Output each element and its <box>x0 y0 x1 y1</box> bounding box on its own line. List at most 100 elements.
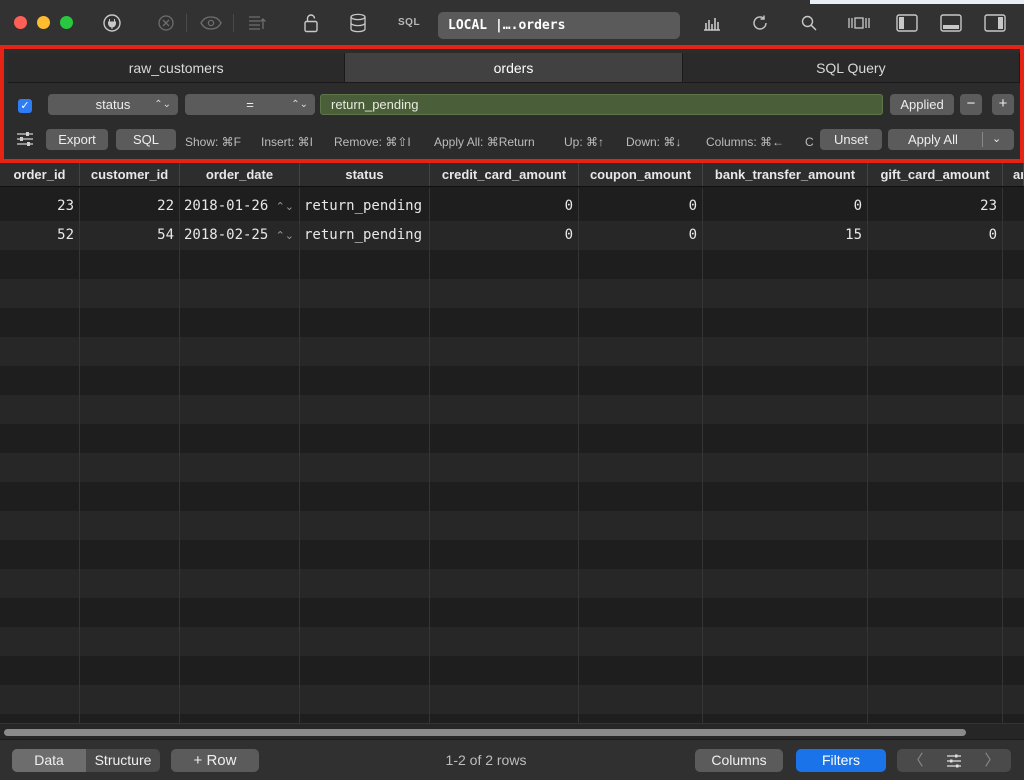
cell-credit-card-amount[interactable]: 0 <box>430 221 579 250</box>
horizontal-scrollbar[interactable] <box>0 723 1024 739</box>
column-divider <box>578 188 579 723</box>
connection-address-field[interactable]: LOCAL |….orders <box>438 12 680 39</box>
cell-customer-id[interactable]: 54 <box>80 221 180 250</box>
column-header[interactable]: coupon_amount <box>579 163 703 186</box>
column-divider <box>702 188 703 723</box>
column-divider <box>1002 188 1003 723</box>
layout-switch-icon[interactable] <box>846 12 872 34</box>
cell-order-date-value: 2018-02-25 <box>184 227 269 243</box>
previous-page-icon[interactable]: 〈 <box>897 749 935 772</box>
cell-order-id[interactable]: 52 <box>0 221 80 250</box>
chevron-down-icon[interactable]: ⌄ <box>992 129 1001 150</box>
cell-bank-transfer-amount[interactable]: 15 <box>703 221 868 250</box>
unset-button[interactable]: Unset <box>820 129 882 150</box>
add-row-button[interactable]: + Row <box>171 749 259 772</box>
column-divider <box>299 188 300 723</box>
toggle-right-panel-icon[interactable] <box>982 12 1008 34</box>
row-stripe <box>0 250 1024 279</box>
tab-raw-customers[interactable]: raw_customers <box>8 53 346 82</box>
cell-coupon-amount[interactable]: 0 <box>579 192 703 221</box>
row-stripe <box>0 714 1024 723</box>
toggle-bottom-panel-icon[interactable] <box>938 12 964 34</box>
cell-status[interactable]: return_pending <box>300 221 430 250</box>
scrollbar-thumb[interactable] <box>4 729 966 736</box>
select-chevron-icon: ⌃⌄ <box>154 99 171 110</box>
column-header[interactable]: order_id <box>0 163 80 186</box>
column-header[interactable]: status <box>300 163 430 186</box>
table-row[interactable]: 23 22 2018-01-26 ⌃⌄ return_pending 0 0 0… <box>0 192 1024 221</box>
toggle-left-panel-icon[interactable] <box>894 12 920 34</box>
connection-plug-icon[interactable] <box>100 12 124 34</box>
export-button[interactable]: Export <box>46 129 108 150</box>
close-window-button[interactable] <box>14 16 27 29</box>
filter-row: ✓ status ⌃⌄ = ⌃⌄ return_pending Applied … <box>8 91 1020 121</box>
database-icon[interactable] <box>346 12 370 34</box>
preview-eye-icon[interactable] <box>198 12 224 34</box>
filter-value-input[interactable]: return_pending <box>320 94 883 115</box>
column-divider <box>179 188 180 723</box>
chart-icon[interactable] <box>700 12 724 34</box>
search-icon[interactable] <box>798 12 820 34</box>
column-header[interactable]: credit_card_amount <box>430 163 579 186</box>
column-header[interactable]: customer_id <box>80 163 180 186</box>
lock-icon[interactable] <box>300 12 322 34</box>
commit-changes-icon[interactable] <box>245 12 269 34</box>
apply-all-button[interactable]: Apply All ⌄ <box>888 129 1014 150</box>
row-stripe <box>0 395 1024 424</box>
row-stripe <box>0 482 1024 511</box>
table-body: 23 22 2018-01-26 ⌃⌄ return_pending 0 0 0… <box>0 188 1024 723</box>
remove-filter-button[interactable]: − <box>960 94 982 115</box>
zoom-window-button[interactable] <box>60 16 73 29</box>
columns-button[interactable]: Columns <box>695 749 783 772</box>
cell-order-date[interactable]: 2018-02-25 ⌃⌄ <box>180 221 300 250</box>
column-header[interactable]: bank_transfer_amount <box>703 163 868 186</box>
toolbar: SQL LOCAL |….orders <box>0 0 1024 46</box>
cell-gift-card-amount[interactable]: 0 <box>868 221 1003 250</box>
row-stripe <box>0 424 1024 453</box>
row-stripe <box>0 598 1024 627</box>
row-stripe <box>0 308 1024 337</box>
cell-customer-id[interactable]: 22 <box>80 192 180 221</box>
row-stripe <box>0 366 1024 395</box>
shortcut-down-hint: Down: ⌘↓ <box>626 135 682 149</box>
stop-query-icon[interactable] <box>154 12 178 34</box>
table-row[interactable]: 52 54 2018-02-25 ⌃⌄ return_pending 0 0 1… <box>0 221 1024 250</box>
cell-bank-transfer-amount[interactable]: 0 <box>703 192 868 221</box>
cell-gift-card-amount[interactable]: 23 <box>868 192 1003 221</box>
applied-button[interactable]: Applied <box>890 94 954 115</box>
shortcut-apply-all-hint: Apply All: ⌘Return <box>434 135 535 149</box>
sql-preview-button[interactable]: SQL <box>116 129 176 150</box>
page-settings-icon[interactable] <box>935 749 973 772</box>
cell-credit-card-amount[interactable]: 0 <box>430 192 579 221</box>
reload-icon[interactable] <box>748 12 772 34</box>
date-stepper-icon[interactable]: ⌃⌄ <box>276 221 294 250</box>
filter-enabled-checkbox[interactable]: ✓ <box>18 99 32 113</box>
column-header[interactable]: order_date <box>180 163 300 186</box>
column-header[interactable]: ar <box>1003 163 1024 186</box>
cell-order-date[interactable]: 2018-01-26 ⌃⌄ <box>180 192 300 221</box>
column-header[interactable]: gift_card_amount <box>868 163 1003 186</box>
next-page-icon[interactable]: 〉 <box>973 749 1011 772</box>
data-view-button[interactable]: Data <box>12 749 86 772</box>
row-stripe <box>0 453 1024 482</box>
filter-operator-value: = <box>246 97 254 112</box>
cell-order-id[interactable]: 23 <box>0 192 80 221</box>
cell-coupon-amount[interactable]: 0 <box>579 221 703 250</box>
filters-button[interactable]: Filters <box>796 749 886 772</box>
sql-editor-button[interactable]: SQL <box>398 17 420 28</box>
apply-all-divider <box>982 132 983 147</box>
cell-status[interactable]: return_pending <box>300 192 430 221</box>
tab-orders[interactable]: orders <box>345 53 683 82</box>
structure-view-button[interactable]: Structure <box>86 749 160 772</box>
table-header: order_id customer_id order_date status c… <box>0 163 1024 187</box>
tab-sql-query[interactable]: SQL Query <box>682 53 1020 82</box>
filter-operator-select[interactable]: = ⌃⌄ <box>185 94 315 115</box>
row-stripe <box>0 685 1024 714</box>
minimize-window-button[interactable] <box>37 16 50 29</box>
filter-settings-icon[interactable] <box>16 131 34 150</box>
bottom-bar: Data Structure + Row 1-2 of 2 rows Colum… <box>0 739 1024 780</box>
add-filter-button[interactable]: + <box>992 94 1014 115</box>
date-stepper-icon[interactable]: ⌃⌄ <box>276 192 294 221</box>
filter-field-select[interactable]: status ⌃⌄ <box>48 94 178 115</box>
row-stripe <box>0 540 1024 569</box>
